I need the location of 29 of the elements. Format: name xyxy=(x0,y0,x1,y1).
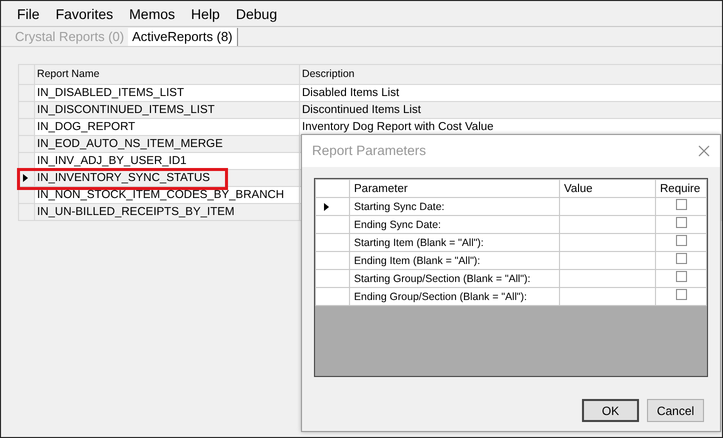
checkbox[interactable] xyxy=(676,235,686,246)
table-cell: Starting Group/Section (Blank = "All"): xyxy=(350,270,560,288)
column-header: Report Name xyxy=(34,64,300,84)
column-header: Require xyxy=(656,180,706,198)
cancel-button[interactable]: Cancel xyxy=(647,399,704,422)
checkbox[interactable] xyxy=(676,217,686,228)
dialog-title: Report Parameters xyxy=(312,142,426,160)
close-icon[interactable] xyxy=(698,145,710,157)
menu-item[interactable]: Help xyxy=(183,2,228,26)
ok-button[interactable]: OK xyxy=(582,399,639,422)
menu-item[interactable]: Favorites xyxy=(48,2,122,26)
table-cell: Starting Item (Blank = "All"): xyxy=(350,234,560,252)
table-cell: Ending Item (Blank = "All"): xyxy=(350,252,560,270)
tab[interactable]: ActiveReports (8) xyxy=(128,28,238,46)
checkbox[interactable] xyxy=(676,253,686,264)
table-cell: Ending Group/Section (Blank = "All"): xyxy=(350,288,560,306)
checkbox[interactable] xyxy=(676,271,686,282)
table-cell: Discontinued Items List xyxy=(300,102,722,118)
table-cell: Disabled Items List xyxy=(300,84,722,102)
table-cell: Starting Sync Date: xyxy=(350,198,560,216)
menu-item[interactable]: Memos xyxy=(121,2,184,26)
column-header: Parameter xyxy=(350,180,560,198)
checkbox[interactable] xyxy=(676,289,686,300)
menu-item[interactable]: Debug xyxy=(228,2,286,26)
column-header: Description xyxy=(300,64,722,84)
menu-item[interactable]: File xyxy=(9,2,48,26)
table-cell: Ending Sync Date: xyxy=(350,216,560,234)
checkbox[interactable] xyxy=(676,199,686,210)
column-header: Value xyxy=(560,180,656,198)
